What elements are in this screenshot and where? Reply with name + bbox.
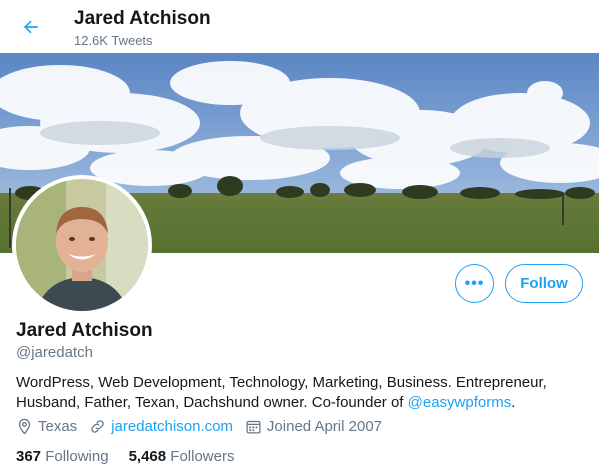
location-text: Texas bbox=[38, 418, 78, 435]
location-item: Texas bbox=[16, 418, 77, 435]
followers-count: 5,468 bbox=[128, 448, 167, 465]
website-item: jaredatchison.com bbox=[89, 418, 233, 435]
following-count: 367 bbox=[16, 448, 42, 465]
bio-mention-link[interactable]: @easywpforms bbox=[408, 394, 512, 411]
location-pin-icon bbox=[18, 418, 31, 435]
profile-name: Jared Atchison bbox=[16, 320, 153, 341]
followers-label: Followers bbox=[170, 448, 235, 465]
following-link[interactable]: 367 Following bbox=[16, 448, 109, 465]
avatar[interactable] bbox=[12, 175, 152, 315]
profile-bio: WordPress, Web Development, Technology, … bbox=[16, 373, 591, 413]
profile-handle: @jaredatch bbox=[16, 344, 93, 361]
joined-text: Joined April 2007 bbox=[266, 418, 383, 435]
profile-header: Jared Atchison 12.6K Tweets bbox=[0, 0, 599, 53]
header-title: Jared Atchison bbox=[74, 8, 211, 29]
link-icon bbox=[91, 420, 104, 433]
joined-item: Joined April 2007 bbox=[245, 418, 382, 435]
bio-end: . bbox=[511, 394, 516, 411]
website-link[interactable]: jaredatchison.com bbox=[111, 418, 233, 435]
calendar-icon bbox=[246, 420, 261, 434]
profile-stats: 367 Following 5,468 Followers bbox=[16, 448, 254, 465]
profile-meta: Texas jaredatchison.com Joined April 200… bbox=[16, 418, 394, 435]
more-options-button[interactable]: ••• bbox=[455, 264, 494, 303]
tweet-count: 12.6K Tweets bbox=[74, 33, 153, 48]
arrow-left-icon bbox=[24, 20, 38, 34]
back-button[interactable] bbox=[14, 10, 48, 44]
follow-button[interactable]: Follow bbox=[505, 264, 583, 303]
followers-link[interactable]: 5,468 Followers bbox=[129, 448, 235, 465]
following-label: Following bbox=[45, 448, 109, 465]
